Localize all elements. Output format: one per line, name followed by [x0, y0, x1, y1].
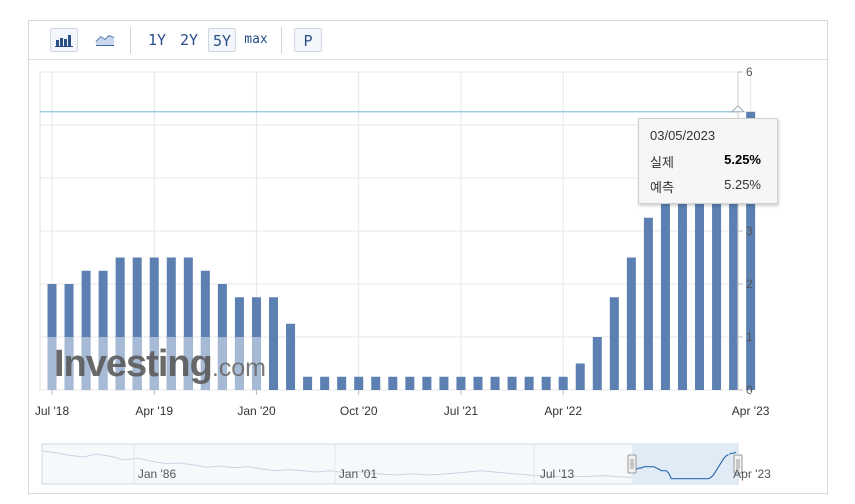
bar[interactable]	[269, 297, 279, 390]
navigator[interactable]: Jan '86 Jan '01 Jul '13 Apr '23	[41, 443, 771, 485]
tooltip-forecast-label: 예측	[650, 180, 674, 195]
bar[interactable]	[626, 257, 636, 391]
tooltip-date: 03/05/2023	[650, 128, 716, 143]
bar[interactable]	[524, 376, 534, 390]
tooltip-actual-row: 실제 5.25%	[650, 152, 761, 170]
tooltip-forecast-value: 5.25%	[724, 177, 761, 192]
x-tick-label: Jul '18	[35, 404, 70, 418]
bar[interactable]	[320, 376, 330, 390]
data-tooltip: 03/05/2023 실제 5.25% 예측 5.25%	[638, 118, 778, 204]
bar[interactable]	[507, 376, 517, 390]
bar[interactable]	[609, 297, 619, 390]
bar[interactable]	[490, 376, 500, 390]
bar[interactable]	[422, 376, 432, 390]
navigator-label: Apr '23	[733, 467, 771, 481]
tooltip-actual-label: 실제	[650, 155, 674, 170]
navigator-selection[interactable]	[632, 444, 738, 484]
x-tick-label: Apr '23	[732, 404, 770, 418]
bar[interactable]	[558, 376, 568, 390]
bar[interactable]	[405, 376, 415, 390]
x-tick-label: Apr '19	[135, 404, 173, 418]
bar[interactable]	[575, 363, 585, 391]
y-tick-label: 6	[746, 65, 753, 79]
bar[interactable]	[541, 376, 551, 390]
bar[interactable]	[439, 376, 449, 390]
navigator-label: Jul '13	[540, 467, 575, 481]
y-tick-label: 1	[746, 330, 753, 344]
tooltip-actual-value: 5.25%	[724, 152, 761, 167]
bar[interactable]	[660, 178, 670, 390]
y-tick-label: 0	[746, 383, 753, 397]
bar[interactable]	[456, 376, 466, 390]
y-tick-label: 3	[746, 224, 753, 238]
bar[interactable]	[643, 217, 653, 390]
x-tick-label: Jul '21	[444, 404, 479, 418]
bar[interactable]	[592, 337, 602, 390]
reference-marker	[730, 105, 746, 113]
bar[interactable]	[371, 376, 381, 390]
x-tick-label: Oct '20	[340, 404, 378, 418]
bar[interactable]	[473, 376, 483, 390]
navigator-left-handle[interactable]	[627, 454, 637, 474]
watermark-brand: Investing	[54, 343, 213, 385]
tooltip-forecast-row: 예측 5.25%	[650, 177, 761, 195]
x-tick-label: Apr '22	[544, 404, 582, 418]
y-tick-label: 2	[746, 277, 753, 291]
x-tick-label: Jan '20	[237, 404, 276, 418]
navigator-label: Jan '01	[339, 467, 378, 481]
bar[interactable]	[286, 323, 296, 390]
bar[interactable]	[388, 376, 398, 390]
chart-plot: 0123456Jul '18Apr '19Jan '20Oct '20Jul '…	[35, 65, 771, 485]
bar[interactable]	[337, 376, 347, 390]
watermark-suffix: .com	[211, 354, 266, 382]
investing-watermark: Investing.com	[54, 343, 266, 386]
bar[interactable]	[303, 376, 313, 390]
bar[interactable]	[354, 376, 364, 390]
navigator-label: Jan '86	[138, 467, 177, 481]
